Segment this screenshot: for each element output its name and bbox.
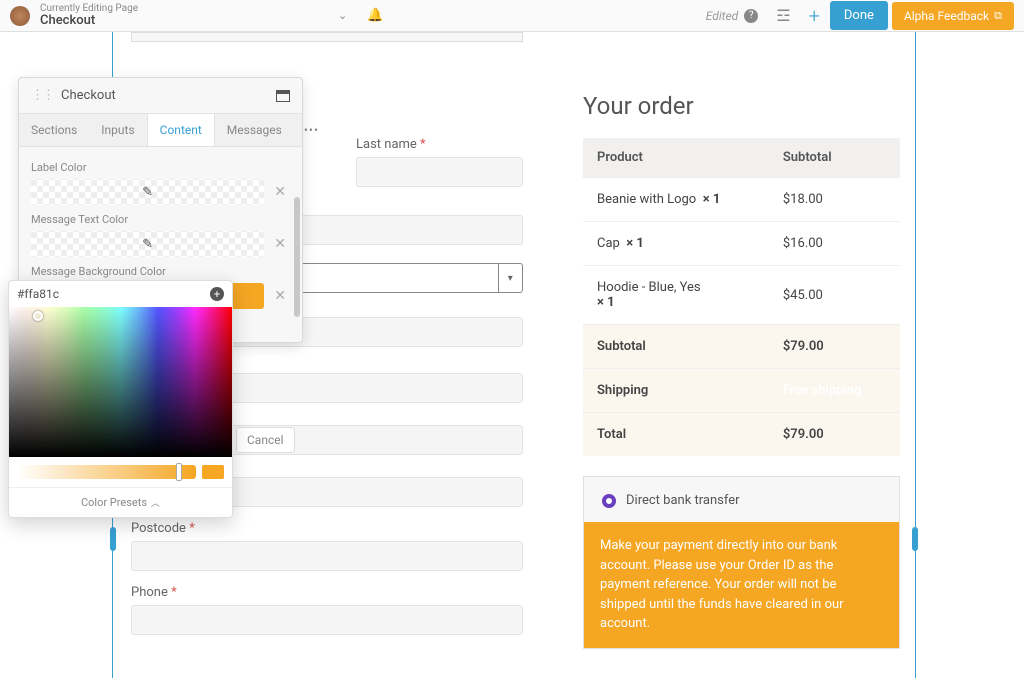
order-table: Product Subtotal Beanie with Logo × 1$18…	[583, 138, 900, 456]
last-name-label: Last name *	[356, 137, 523, 152]
col-product: Product	[583, 138, 769, 178]
cancel-button[interactable]: Cancel	[236, 427, 295, 453]
clear-msg-bg-color[interactable]: ✕	[270, 288, 290, 304]
clear-msg-text-color[interactable]: ✕	[270, 236, 290, 252]
add-preset-icon[interactable]: +	[210, 287, 224, 301]
done-button[interactable]: Done	[830, 1, 888, 30]
panel-tabs: Sections Inputs Content Messages •••	[19, 113, 302, 147]
window-icon[interactable]	[276, 90, 290, 102]
resize-handle-right[interactable]	[912, 527, 918, 551]
chevron-down-icon[interactable]: ⌄	[338, 9, 347, 22]
radio-selected-icon[interactable]	[602, 494, 616, 508]
phone-input[interactable]	[131, 605, 523, 635]
canvas: Last name * ▾ (optional) Postcode *	[0, 32, 1024, 678]
panel-title: Checkout	[61, 88, 116, 103]
eyedropper-icon[interactable]: ✎	[142, 237, 153, 252]
payment-box: Direct bank transfer Make your payment d…	[583, 476, 900, 649]
hue-slider[interactable]	[17, 465, 196, 479]
total-row: Total$79.00	[583, 413, 900, 457]
last-name-input[interactable]	[356, 157, 523, 187]
saturation-cursor[interactable]	[33, 311, 43, 321]
section-handle[interactable]	[131, 32, 523, 42]
postcode-input[interactable]	[131, 541, 523, 571]
msg-text-color-swatch[interactable]: ✎	[31, 231, 264, 257]
shipping-row: ShippingFree shipping	[583, 369, 900, 413]
tab-sections[interactable]: Sections	[19, 114, 89, 146]
drag-handle-icon[interactable]: ⋮⋮	[31, 88, 53, 103]
clear-label-color[interactable]: ✕	[270, 184, 290, 200]
bell-icon[interactable]: 🔔	[367, 8, 383, 23]
help-icon[interactable]: ?	[744, 9, 758, 23]
payment-method-label: Direct bank transfer	[626, 493, 740, 508]
edited-status: Edited	[706, 9, 738, 23]
add-icon[interactable]: +	[809, 4, 820, 28]
color-picker: + Color Presets︿	[8, 280, 233, 518]
label-color-label: Label Color	[31, 161, 290, 174]
payment-note: Make your payment directly into our bank…	[584, 522, 899, 648]
color-presets-toggle[interactable]: Color Presets︿	[9, 487, 232, 517]
table-row: Hoodie - Blue, Yes× 1$45.00	[583, 266, 900, 325]
order-title: Your order	[583, 92, 900, 120]
tab-messages[interactable]: Messages	[215, 114, 294, 146]
saturation-area[interactable]	[9, 307, 232, 457]
table-row: Cap × 1$16.00	[583, 222, 900, 266]
alpha-feedback-button[interactable]: Alpha Feedback⧉	[892, 2, 1014, 30]
tab-content[interactable]: Content	[147, 114, 215, 146]
hex-input[interactable]	[17, 287, 210, 301]
msg-bg-color-label: Message Background Color	[31, 265, 290, 278]
table-row: Beanie with Logo × 1$18.00	[583, 178, 900, 222]
col-subtotal: Subtotal	[769, 138, 900, 178]
caret-down-icon[interactable]: ▾	[499, 263, 523, 293]
order-summary: Your order Product Subtotal Beanie with …	[583, 92, 900, 649]
msg-text-color-label: Message Text Color	[31, 213, 290, 226]
top-bar: Currently Editing Page Checkout ⌄ 🔔 Edit…	[0, 0, 1024, 32]
outline-icon[interactable]: ☲	[776, 6, 790, 25]
phone-label: Phone *	[131, 585, 523, 600]
payment-option[interactable]: Direct bank transfer	[602, 493, 881, 508]
hue-cursor[interactable]	[176, 463, 182, 481]
label-color-swatch[interactable]: ✎	[31, 179, 264, 205]
postcode-label: Postcode *	[131, 521, 523, 536]
chevron-up-icon: ︿	[151, 499, 160, 509]
current-color-swatch	[202, 465, 224, 479]
external-link-icon: ⧉	[994, 9, 1002, 23]
tab-inputs[interactable]: Inputs	[89, 114, 146, 146]
tab-more-icon[interactable]: •••	[294, 114, 329, 146]
app-logo-icon	[10, 6, 30, 26]
scrollbar-thumb[interactable]	[294, 197, 300, 317]
eyedropper-icon[interactable]: ✎	[142, 185, 153, 200]
page-title: Checkout	[40, 14, 138, 28]
subtotal-row: Subtotal$79.00	[583, 325, 900, 369]
